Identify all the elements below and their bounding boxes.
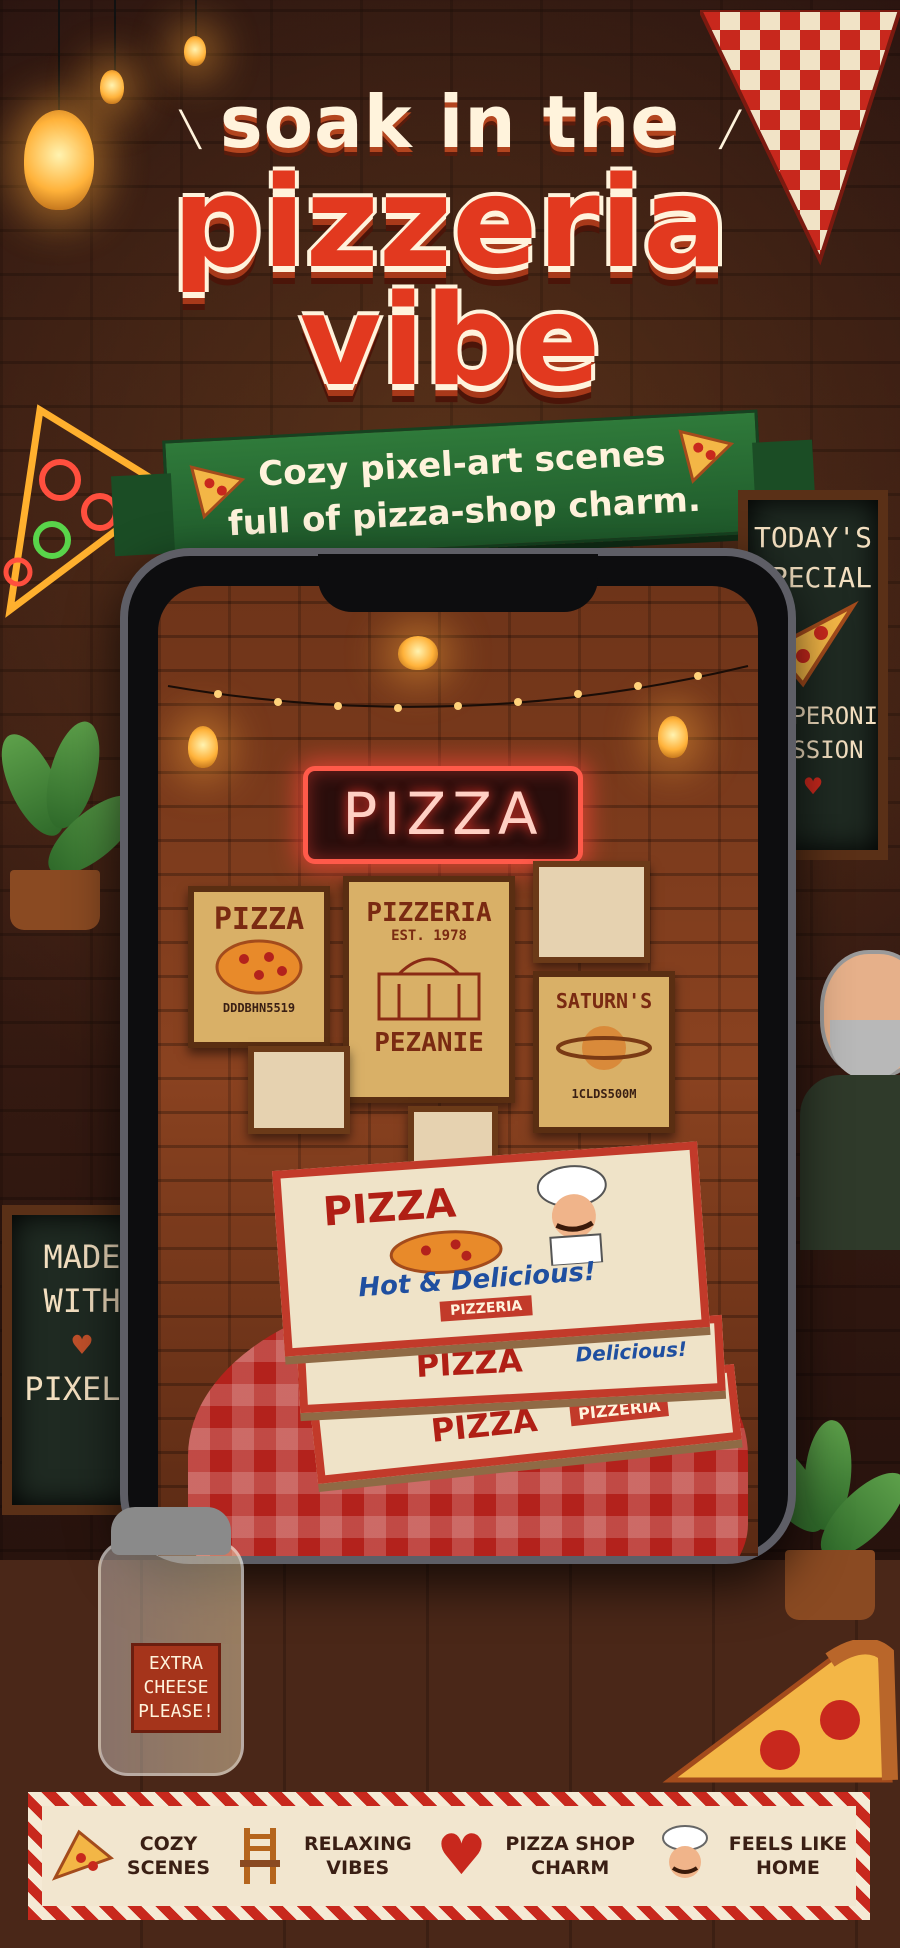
smiling-man-figure (800, 950, 900, 1250)
poster-left-code: DDDBHN5519 (222, 1001, 296, 1015)
chef-icon (653, 1824, 717, 1888)
box-middle-tagline: Delicious! (574, 1336, 688, 1367)
bulb-wire (195, 0, 197, 38)
heart-icon: ♥ (436, 1823, 487, 1888)
feature-cozy-scenes: COZY SCENES (51, 1824, 210, 1888)
phone-notch (318, 554, 598, 612)
spark-icon: ╲ (180, 110, 201, 150)
cheese-shaker: EXTRA CHEESE PLEASE! (98, 1507, 244, 1776)
feature-label: PIZZA SHOP CHARM (505, 1833, 635, 1879)
box-top-ribbon: PIZZERIA (439, 1295, 533, 1322)
pizza-slice-icon (51, 1824, 115, 1888)
shaker-label-line-3: PLEASE! (138, 1701, 214, 1722)
phone-mockup: PIZZA PIZZA DDDBHN5519 PIZZERIA EST. 197… (120, 548, 796, 1564)
spark-icon: ╱ (720, 110, 741, 150)
bulb-wire (58, 0, 60, 110)
features-bar: COZY SCENES RELAXING VIBES ♥ PIZZA SHOP … (28, 1792, 870, 1920)
poster-center-year: 1978 (433, 928, 467, 944)
neon-pizza-sign: PIZZA (303, 766, 583, 864)
pizza-slice-icon (678, 429, 735, 484)
box-middle-brand: PIZZA (414, 1341, 524, 1385)
headline-line-3: vibe (299, 267, 601, 414)
hanging-bulb-icon (184, 36, 206, 66)
building-icon (377, 957, 481, 1021)
potted-plant-icon (0, 715, 150, 940)
pizza-box-top: PIZZA Hot & Delicious! PIZZERIA (272, 1141, 710, 1357)
shaker-label: EXTRA CHEESE PLEASE! (131, 1643, 221, 1733)
pixel-art-frame (248, 1046, 350, 1134)
feature-label: COZY SCENES (126, 1833, 211, 1879)
poster-right-title: SATURN'S (555, 989, 653, 1013)
poster-center-title: PIZZERIA (366, 898, 492, 928)
feature-feels-like-home: FEELS LIKE HOME (653, 1824, 847, 1888)
hanging-bulb-icon (24, 110, 94, 210)
headline-line-2: pizzeria (172, 149, 728, 296)
chair-icon (228, 1824, 292, 1888)
poster-center: PIZZERIA EST. 1978 PEZANIE (343, 876, 515, 1103)
hanging-bulb-icon (188, 726, 218, 768)
feature-relaxing-vibes: RELAXING VIBES (228, 1824, 412, 1888)
pixel-art-frame (533, 861, 650, 963)
poster-right: SATURN'S 1CLDS500M (533, 971, 675, 1133)
poster-left: PIZZA DDDBHN5519 (188, 886, 330, 1048)
poster-right-code: 1CLDS500M (571, 1087, 637, 1101)
pizza-slice-icon (662, 1640, 898, 1783)
phone-screen-scene: PIZZA PIZZA DDDBHN5519 PIZZERIA EST. 197… (158, 586, 758, 1556)
special-title-line-1: TODAY'S (753, 521, 872, 554)
saturn-icon (556, 1026, 652, 1070)
string-lights-icon (167, 665, 749, 712)
feature-label: FEELS LIKE HOME (728, 1833, 848, 1879)
poster-center-est: EST. (391, 928, 425, 944)
chef-mascot-icon (536, 1165, 607, 1267)
pizza-icon (215, 939, 303, 995)
shaker-label-line-2: CHEESE (143, 1677, 209, 1698)
bulb-wire (114, 0, 116, 70)
feature-pizza-shop-charm: ♥ PIZZA SHOP CHARM (429, 1824, 635, 1888)
pizza-slice-icon (189, 465, 246, 520)
shaker-label-line-1: EXTRA (148, 1653, 204, 1674)
shaker-cap (111, 1507, 231, 1555)
box-bottom-brand: PIZZA (429, 1400, 540, 1450)
poster-center-footer: PEZANIE (374, 1028, 484, 1058)
feature-label: RELAXING VIBES (303, 1833, 412, 1879)
poster-left-title: PIZZA (213, 902, 305, 937)
banner-tail (110, 473, 176, 557)
